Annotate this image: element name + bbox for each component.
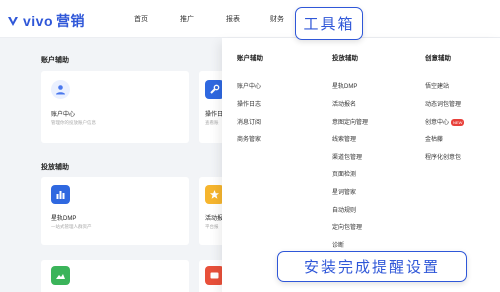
nav-reports[interactable]: 报表 [226, 14, 240, 24]
menu-programmatic-creative[interactable]: 程序化创意包 [425, 152, 461, 161]
card-tool-5[interactable] [41, 260, 189, 292]
menu-intent-targeting[interactable]: 意图定向管理 [332, 117, 368, 126]
menu-lead-management[interactable]: 线索管理 [332, 134, 356, 143]
vivo-logo[interactable]: vivo 营销 [6, 11, 85, 31]
menu-page-check[interactable]: 页面检测 [332, 169, 356, 178]
card-desc: 一站式管理人群资产 [51, 224, 92, 229]
bar-chart-icon [51, 185, 70, 204]
brand-suffix: 营销 [56, 13, 86, 29]
menu-creative-center[interactable]: 创意中心 NEW [425, 117, 465, 126]
brand-name: vivo [23, 13, 54, 29]
card-dmp[interactable]: 星轨DMP 一站式管理人群资产 [41, 177, 189, 245]
nav-promotion[interactable]: 推广 [180, 14, 194, 24]
card-desc: 查看账 [205, 120, 219, 125]
card-title: 活动报 [205, 216, 224, 222]
menu-auto-rules[interactable]: 自动规则 [332, 205, 356, 214]
menu-targeting-package[interactable]: 定向包管理 [332, 222, 362, 231]
new-badge: NEW [451, 118, 465, 126]
section-title-delivery: 投放辅助 [41, 164, 69, 171]
vivo-logo-icon [8, 17, 18, 26]
menu-account-center[interactable]: 账户中心 [237, 81, 261, 90]
card-title: 星轨DMP [51, 216, 77, 222]
col-head-account: 账户辅助 [237, 55, 263, 62]
menu-dynamic-word-package[interactable]: 动态词包管理 [425, 99, 461, 108]
section-title-account: 账户辅助 [41, 57, 69, 64]
menu-business-steward[interactable]: 商务管家 [237, 134, 261, 143]
card-title: 操作日 [205, 112, 224, 118]
nav-home[interactable]: 首页 [134, 14, 148, 24]
menu-dmp[interactable]: 星轨DMP [332, 81, 357, 90]
card-title: 账户中心 [51, 112, 76, 118]
menu-channel-package[interactable]: 渠道包管理 [332, 152, 362, 161]
account-icon [51, 80, 70, 99]
menu-activity-signup[interactable]: 活动报名 [332, 99, 356, 108]
image-icon [51, 266, 70, 285]
menu-message-subscribe[interactable]: 消息订阅 [237, 117, 261, 126]
menu-jinkuteng[interactable]: 金枯藤 [425, 134, 443, 143]
toolbox-main-panel: 账户辅助 账户中心 管理你的投放账户信息 操作日 查看账 投放辅助 星轨DMP … [30, 38, 239, 292]
menu-keyword-steward[interactable]: 星词管家 [332, 187, 356, 196]
col-head-creative: 创意辅助 [425, 55, 451, 62]
menu-site-builder[interactable]: 悟空建站 [425, 81, 449, 90]
card-desc: 管理你的投放账户信息 [51, 120, 96, 125]
card-desc: 平台报 [205, 224, 219, 229]
col-head-delivery: 投放辅助 [332, 55, 358, 62]
menu-operation-log[interactable]: 操作日志 [237, 99, 261, 108]
nav-finance[interactable]: 财务 [270, 14, 284, 24]
menu-creative-center-label: 创意中心 [425, 120, 450, 126]
menu-diagnosis[interactable]: 诊断 [332, 240, 344, 249]
toolbox-callout: 工具箱 [295, 7, 363, 40]
top-nav-bar: vivo 营销 首页 推广 报表 财务 [0, 0, 500, 38]
card-account-center[interactable]: 账户中心 管理你的投放账户信息 [41, 71, 189, 143]
install-reminder-callout: 安装完成提醒设置 [277, 251, 467, 282]
